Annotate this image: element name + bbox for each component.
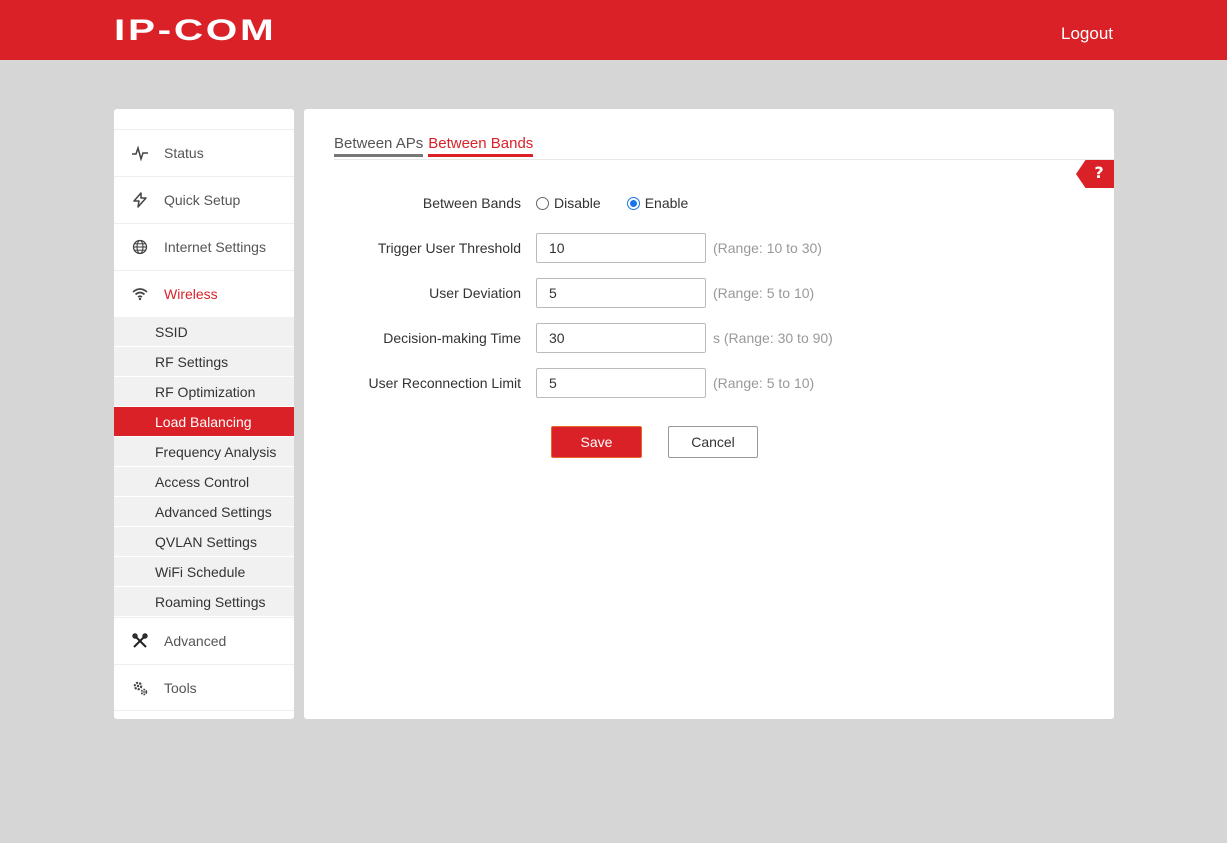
user-deviation-label: User Deviation bbox=[429, 285, 521, 301]
logout-link[interactable]: Logout bbox=[1061, 24, 1113, 44]
submenu-item-ssid[interactable]: SSID bbox=[114, 317, 294, 347]
decision-making-time-hint: s (Range: 30 to 90) bbox=[713, 330, 833, 346]
disable-radio-label: Disable bbox=[554, 195, 601, 211]
help-button[interactable]: ? bbox=[1076, 160, 1114, 188]
tab-bar: Between APs Between Bands bbox=[334, 135, 534, 157]
submenu-item-frequency-analysis[interactable]: Frequency Analysis bbox=[114, 437, 294, 467]
user-deviation-input[interactable]: 5 bbox=[536, 278, 706, 308]
user-deviation-hint: (Range: 5 to 10) bbox=[713, 285, 815, 301]
sidebar-item-internet-settings[interactable]: Internet Settings bbox=[114, 223, 294, 270]
decision-making-time-input[interactable]: 30 bbox=[536, 323, 706, 353]
submenu-item-access-control[interactable]: Access Control bbox=[114, 467, 294, 497]
sidebar-item-wireless[interactable]: Wireless bbox=[114, 270, 294, 317]
globe-icon bbox=[132, 239, 148, 255]
radio-checked-icon[interactable] bbox=[626, 196, 640, 210]
main-panel: Between APs Between Bands ? Between Band… bbox=[304, 109, 1114, 719]
sidebar-item-label: Status bbox=[164, 145, 204, 161]
between-bands-row: Between Bands Disable Enable bbox=[304, 193, 1114, 213]
submenu-item-load-balancing[interactable]: Load Balancing bbox=[114, 407, 294, 437]
radio-unchecked-icon[interactable] bbox=[536, 196, 549, 210]
user-deviation-row: User Deviation 5 (Range: 5 to 10) bbox=[304, 278, 1114, 308]
submenu-item-rf-optimization[interactable]: RF Optimization bbox=[114, 377, 294, 407]
user-reconnection-limit-hint: (Range: 5 to 10) bbox=[713, 375, 815, 391]
decision-making-time-label: Decision-making Time bbox=[383, 330, 521, 346]
tab-between-aps[interactable]: Between APs bbox=[334, 135, 424, 157]
user-reconnection-limit-label: User Reconnection Limit bbox=[368, 375, 521, 391]
between-bands-label: Between Bands bbox=[422, 195, 521, 211]
sidebar-item-label: Quick Setup bbox=[164, 192, 241, 208]
trigger-user-threshold-label: Trigger User Threshold bbox=[377, 240, 521, 256]
user-reconnection-limit-input[interactable]: 5 bbox=[536, 368, 706, 398]
disable-radio[interactable]: Disable bbox=[536, 195, 601, 211]
sidebar-item-advanced[interactable]: Advanced bbox=[114, 617, 294, 664]
brand-logo: IP-COM bbox=[114, 14, 277, 47]
wireless-submenu: SSID RF Settings RF Optimization Load Ba… bbox=[114, 317, 294, 617]
sidebar-item-label: Advanced bbox=[164, 633, 227, 649]
lightning-icon bbox=[132, 192, 148, 208]
enable-radio[interactable]: Enable bbox=[626, 195, 689, 211]
between-bands-radio-group: Disable Enable bbox=[536, 195, 708, 211]
sidebar-item-tools[interactable]: Tools bbox=[114, 664, 294, 711]
sidebar-item-label: Internet Settings bbox=[164, 239, 266, 255]
sidebar: Status Quick Setup Internet Settings Wir… bbox=[114, 109, 294, 719]
sidebar-item-status[interactable]: Status bbox=[114, 129, 294, 176]
tab-divider bbox=[334, 159, 1114, 160]
enable-radio-label: Enable bbox=[644, 195, 689, 211]
submenu-item-qvlan-settings[interactable]: QVLAN Settings bbox=[114, 527, 294, 557]
pulse-icon bbox=[132, 145, 148, 161]
save-button[interactable]: Save bbox=[551, 426, 642, 458]
sidebar-item-quick-setup[interactable]: Quick Setup bbox=[114, 176, 294, 223]
trigger-user-threshold-hint: (Range: 10 to 30) bbox=[713, 240, 822, 256]
decision-making-time-row: Decision-making Time 30 s (Range: 30 to … bbox=[304, 323, 1114, 353]
submenu-item-rf-settings[interactable]: RF Settings bbox=[114, 347, 294, 377]
submenu-item-roaming-settings[interactable]: Roaming Settings bbox=[114, 587, 294, 617]
tools-icon bbox=[132, 633, 148, 649]
tab-between-bands[interactable]: Between Bands bbox=[428, 135, 534, 157]
cancel-button[interactable]: Cancel bbox=[668, 426, 758, 458]
sidebar-item-label: Tools bbox=[164, 679, 197, 696]
gears-icon bbox=[132, 680, 148, 696]
top-bar: IP-COM Logout bbox=[0, 0, 1227, 60]
trigger-user-threshold-row: Trigger User Threshold 10 (Range: 10 to … bbox=[304, 233, 1114, 263]
user-reconnection-limit-row: User Reconnection Limit 5 (Range: 5 to 1… bbox=[304, 368, 1114, 398]
trigger-user-threshold-input[interactable]: 10 bbox=[536, 233, 706, 263]
wifi-icon bbox=[132, 286, 148, 302]
submenu-item-advanced-settings[interactable]: Advanced Settings bbox=[114, 497, 294, 527]
sidebar-item-label: Wireless bbox=[164, 286, 218, 302]
submenu-item-wifi-schedule[interactable]: WiFi Schedule bbox=[114, 557, 294, 587]
